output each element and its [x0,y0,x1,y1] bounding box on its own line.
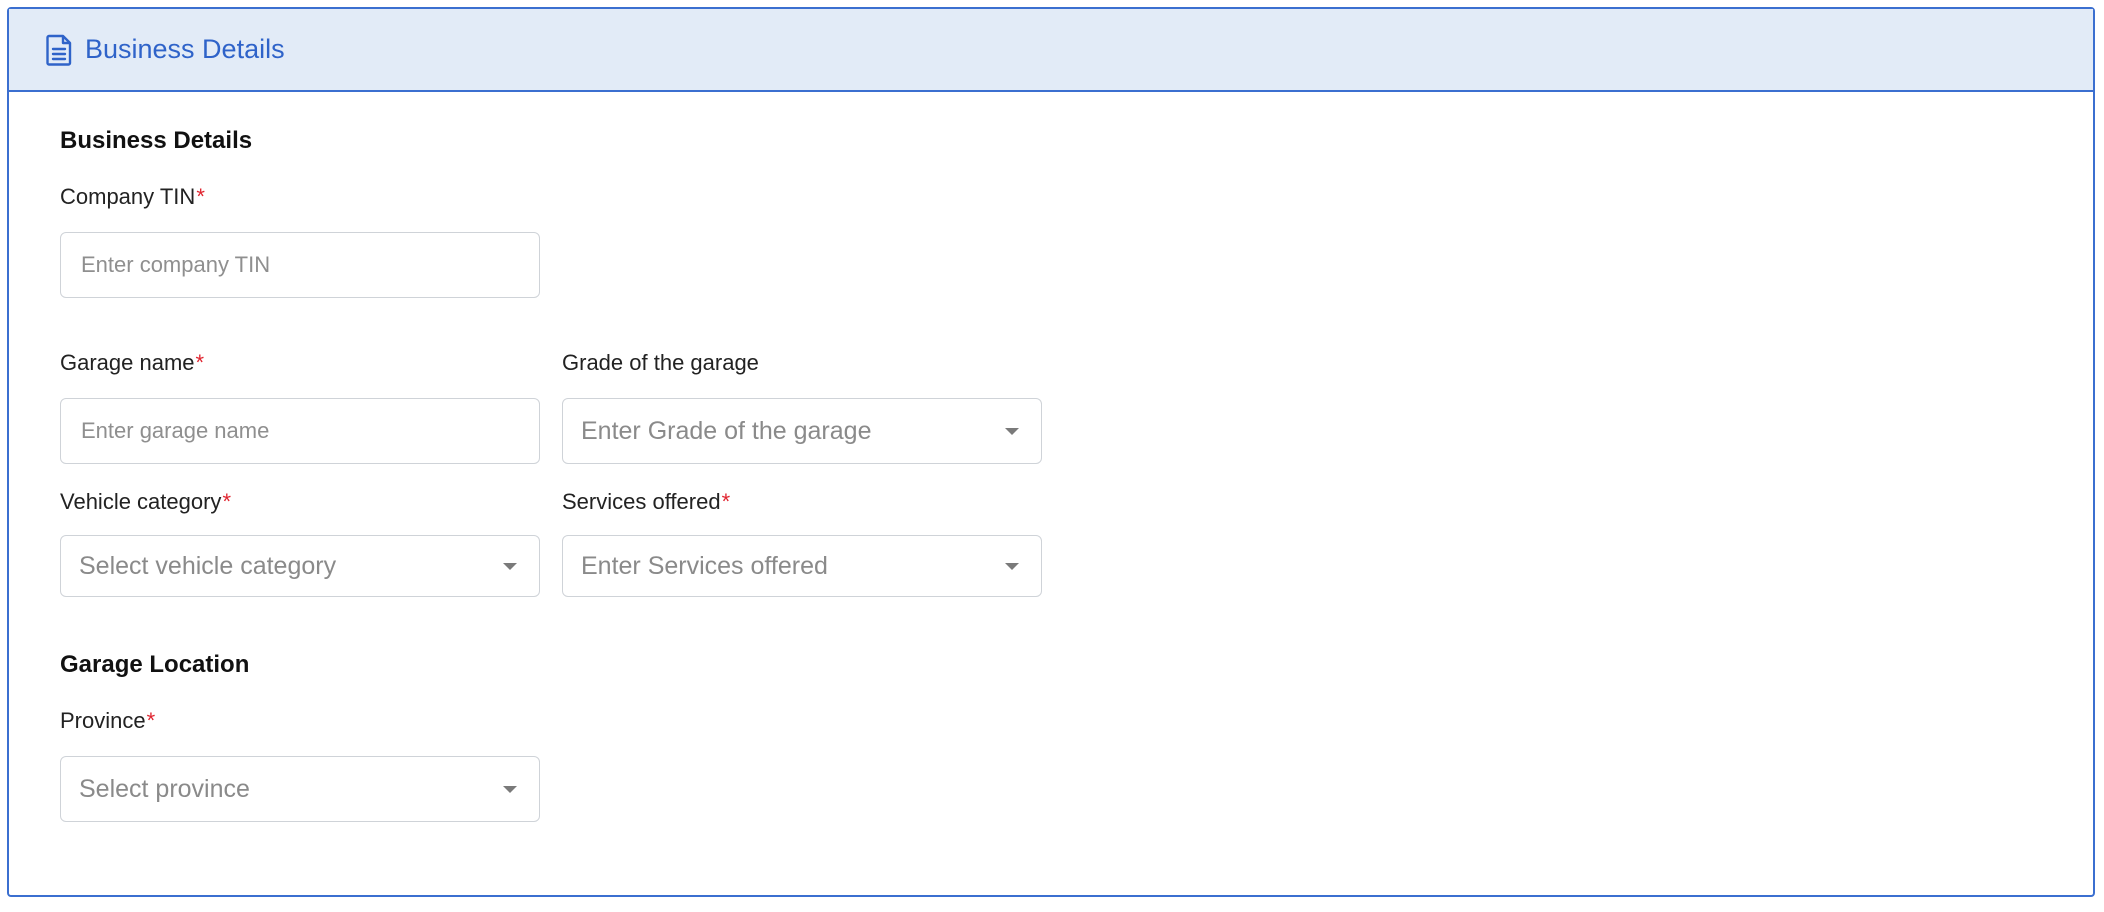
grade-of-garage-placeholder: Enter Grade of the garage [581,416,872,445]
grade-of-garage-label-text: Grade of the garage [562,350,759,375]
grade-of-garage-select[interactable]: Enter Grade of the garage [562,398,1042,464]
province-select[interactable]: Select province [60,756,540,822]
company-tin-input[interactable] [60,232,540,298]
garage-name-label-text: Garage name [60,350,195,375]
province-label: Province* [60,708,155,734]
document-icon [45,34,73,66]
section-title-garage-location: Garage Location [60,651,250,678]
caret-down-icon [1005,428,1019,435]
services-offered-select[interactable]: Enter Services offered [562,535,1042,597]
required-asterisk: * [222,489,231,514]
caret-down-icon [503,563,517,570]
required-asterisk: * [196,184,205,209]
garage-name-input[interactable] [60,398,540,464]
page: Business Details Business Details Compan… [0,0,2104,912]
vehicle-category-label-text: Vehicle category [60,489,222,514]
services-offered-placeholder: Enter Services offered [581,551,828,580]
vehicle-category-placeholder: Select vehicle category [79,551,337,580]
required-asterisk: * [146,708,156,733]
required-asterisk: * [195,350,205,375]
vehicle-category-select[interactable]: Select vehicle category [60,535,540,597]
card-header: Business Details [9,9,2093,92]
company-tin-label: Company TIN* [60,184,205,210]
caret-down-icon [503,786,517,793]
services-offered-label: Services offered* [562,489,730,515]
province-placeholder: Select province [79,774,250,803]
grade-of-garage-label: Grade of the garage [562,350,759,376]
garage-name-label: Garage name* [60,350,204,376]
services-offered-label-text: Services offered [562,489,721,514]
province-label-text: Province [60,708,146,733]
required-asterisk: * [721,489,731,514]
company-tin-label-text: Company TIN [60,184,196,209]
section-title-business-details: Business Details [60,127,253,154]
card-title: Business Details [85,34,285,64]
business-details-card: Business Details Business Details Compan… [7,7,2095,897]
caret-down-icon [1005,563,1019,570]
vehicle-category-label: Vehicle category* [60,489,231,515]
